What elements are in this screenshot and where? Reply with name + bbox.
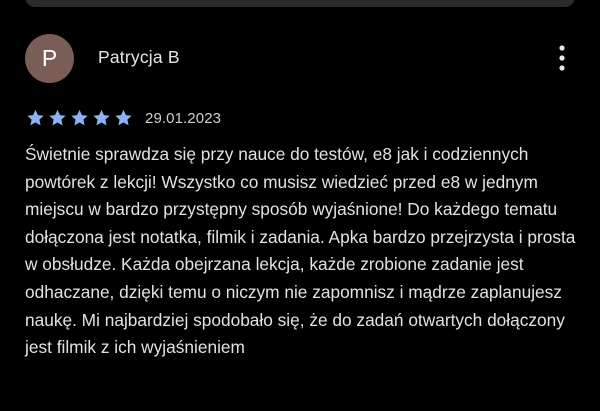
author-name: Patrycja B <box>98 47 180 67</box>
star-rating <box>25 108 134 128</box>
review-text: Świetnie sprawdza się przy nauce do test… <box>25 144 576 358</box>
avatar: P <box>25 34 74 83</box>
rating-row: 29.01.2023 <box>25 108 221 128</box>
top-card-edge <box>25 0 575 7</box>
star-icon <box>91 108 112 128</box>
review-date: 29.01.2023 <box>145 109 222 127</box>
more-vert-icon <box>559 45 565 71</box>
review-header: P Patrycja B <box>25 34 575 84</box>
star-icon <box>47 108 68 128</box>
more-options-button[interactable] <box>557 43 567 73</box>
star-icon <box>69 108 90 128</box>
star-icon <box>25 108 46 128</box>
star-icon <box>113 108 134 128</box>
